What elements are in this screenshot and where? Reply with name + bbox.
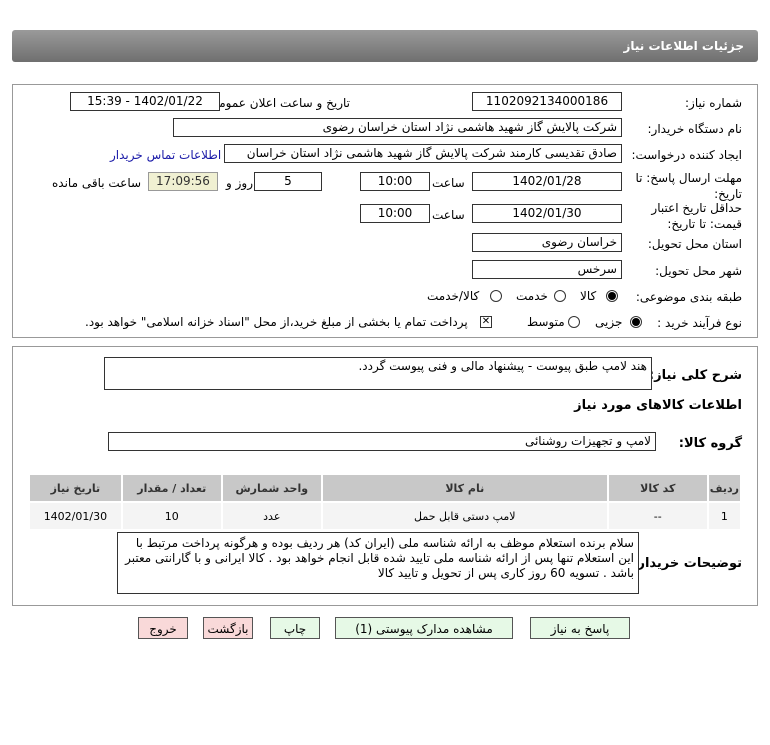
col-qty: تعداد / مقدار: [120, 473, 223, 503]
col-date: تاریخ نیاز: [28, 473, 123, 503]
announce-field: 1402/01/22 - 15:39: [70, 92, 220, 111]
payment-checkbox[interactable]: ✕: [480, 316, 492, 328]
remaining-time: 17:09:56: [148, 172, 218, 191]
days-label: روز و: [226, 176, 253, 190]
category-radio-both[interactable]: [490, 290, 502, 302]
cell-date: 1402/01/30: [28, 501, 123, 531]
city-field: سرخس: [472, 260, 622, 279]
payment-note: پرداخت تمام یا بخشی از مبلغ خرید،از محل …: [85, 315, 468, 329]
province-label: استان محل تحویل:: [647, 237, 742, 251]
attachments-button[interactable]: مشاهده مدارک پیوستی (1): [335, 617, 513, 639]
buyer-notes-label: توضیحات خریدار:: [632, 556, 742, 571]
category-option-goods: کالا: [580, 289, 597, 303]
creator-field: صادق تقدیسی کارمند شرکت پالایش گاز شهید …: [224, 144, 622, 163]
title-bar: جزئيات اطلاعات نیاز: [12, 30, 758, 62]
exit-button[interactable]: خروج: [138, 617, 188, 639]
cell-qty: 10: [120, 501, 223, 531]
process-label: نوع فرآیند خرید :: [657, 316, 742, 330]
deadline-days: 5: [254, 172, 322, 191]
announce-label: تاریخ و ساعت اعلان عمومی:: [205, 96, 350, 110]
col-code: کد کالا: [606, 473, 709, 503]
deadline-time-label: ساعت: [432, 176, 465, 190]
goods-group-field: لامپ و تجهیزات روشنائی: [108, 432, 656, 451]
province-field: خراسان رضوی: [472, 233, 622, 252]
buyer-notes-field: سلام برنده استعلام موظف به ارائه شناسه م…: [117, 532, 639, 594]
page-title: جزئيات اطلاعات نیاز: [623, 39, 744, 53]
remaining-label: ساعت باقی مانده: [52, 176, 142, 190]
deadline-date: 1402/01/28: [472, 172, 622, 191]
goods-header: اطلاعات کالاهای مورد نیاز: [574, 398, 742, 413]
table-header-row: ردیف کد کالا نام کالا واحد شمارش تعداد /…: [28, 473, 743, 503]
deadline-time: 10:00: [360, 172, 430, 191]
print-button[interactable]: چاپ: [270, 617, 320, 639]
process-option-medium: متوسط: [527, 315, 565, 329]
buyer-contact-link[interactable]: اطلاعات تماس خریدار: [110, 148, 221, 162]
validity-time: 10:00: [360, 204, 430, 223]
cell-name: لامپ دستی قابل حمل: [320, 501, 609, 531]
cell-row: 1: [706, 501, 743, 531]
category-option-both: کالا/خدمت: [427, 289, 480, 303]
validity-label: حداقل تاریخ اعتبار قیمت: تا تاریخ:: [651, 201, 742, 231]
goods-group-label: گروه کالا:: [678, 436, 742, 451]
validity-time-label: ساعت: [432, 208, 465, 222]
process-radio-minor[interactable]: [630, 316, 642, 328]
table-row: 1 -- لامپ دستی قابل حمل عدد 10 1402/01/3…: [28, 501, 743, 531]
col-name: نام کالا: [320, 473, 609, 503]
cell-unit: عدد: [220, 501, 323, 531]
back-button[interactable]: بازگشت: [203, 617, 253, 639]
category-option-service: خدمت: [516, 289, 548, 303]
category-radio-goods[interactable]: [606, 290, 618, 302]
buyer-label: نام دستگاه خریدار:: [647, 122, 743, 136]
buyer-field: شرکت پالایش گاز شهید هاشمی نژاد استان خر…: [173, 118, 622, 137]
need-number-field: 1102092134000186: [472, 92, 622, 111]
cell-code: --: [606, 501, 709, 531]
description-label: شرح کلی نیاز:: [648, 368, 742, 383]
process-radio-medium[interactable]: [568, 316, 580, 328]
category-radio-service[interactable]: [554, 290, 566, 302]
category-label: طبقه بندی موضوعی:: [635, 290, 742, 304]
process-option-minor: جزیی: [595, 315, 623, 329]
description-field: هند لامپ طبق پیوست - پیشنهاد مالی و فنی …: [104, 357, 652, 390]
validity-date: 1402/01/30: [472, 204, 622, 223]
goods-table: ردیف کد کالا نام کالا واحد شمارش تعداد /…: [28, 473, 743, 531]
reply-button[interactable]: پاسخ به نیاز: [530, 617, 630, 639]
city-label: شهر محل تحویل:: [655, 264, 742, 278]
deadline-label: مهلت ارسال پاسخ: تا تاریخ:: [635, 171, 742, 201]
col-row: ردیف: [706, 473, 743, 503]
need-number-label: شماره نیاز:: [685, 96, 742, 110]
creator-label: ایجاد کننده درخواست:: [631, 148, 742, 162]
col-unit: واحد شمارش: [220, 473, 323, 503]
